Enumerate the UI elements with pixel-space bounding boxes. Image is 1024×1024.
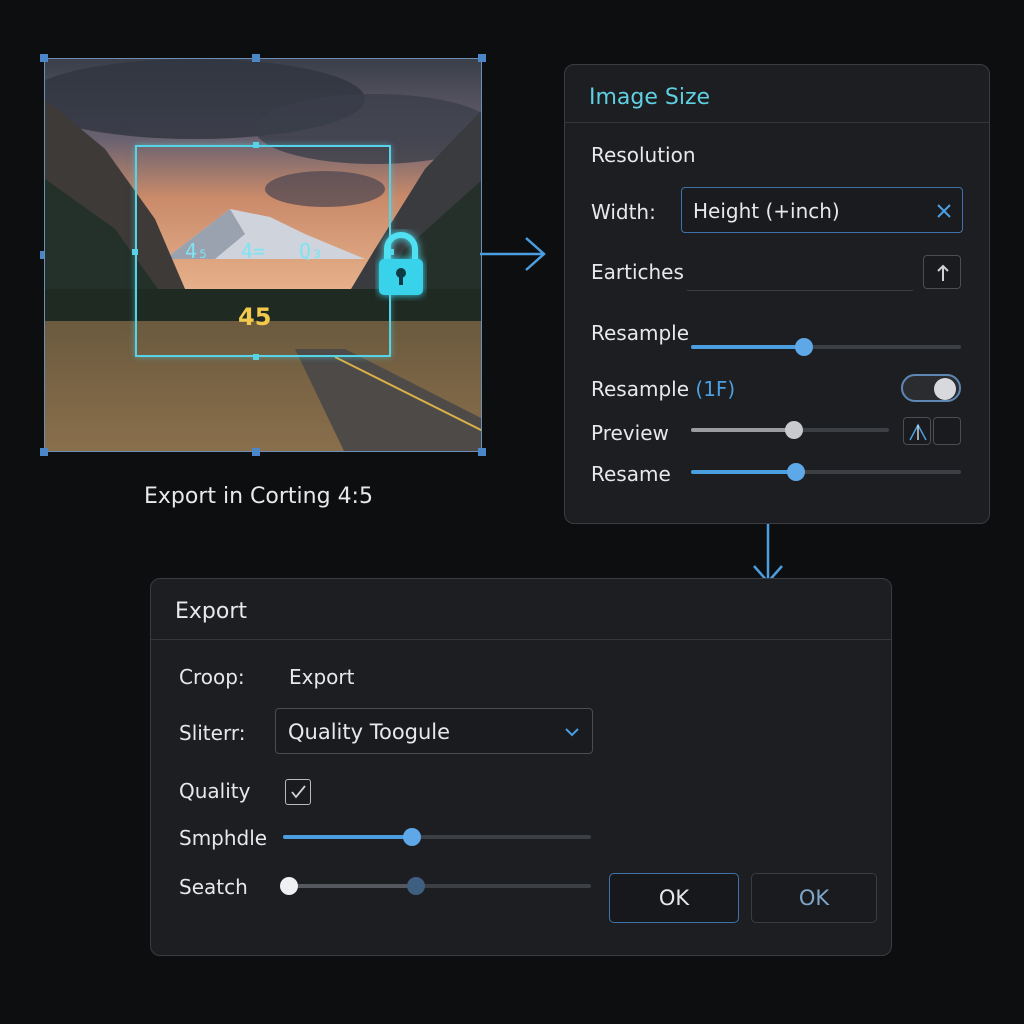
quality-label: Quality — [179, 779, 251, 803]
seatch-slider[interactable] — [280, 877, 591, 895]
blank-button[interactable] — [933, 417, 961, 445]
resame-label: Resame — [591, 462, 671, 486]
arrow-right-icon — [480, 237, 546, 271]
panel-title: Image Size — [589, 85, 711, 110]
resample-slider-fill — [691, 345, 805, 349]
crop-handle-top[interactable] — [253, 142, 259, 148]
width-input-value: Height (+inch) — [693, 199, 840, 223]
chevron-down-icon — [565, 728, 579, 737]
resample-toggle-text: Resample — [591, 377, 690, 401]
divider — [565, 122, 989, 123]
resample-label: Resample — [591, 321, 690, 345]
export-caption: Export in Corting 4:5 — [144, 484, 373, 509]
resame-slider[interactable] — [691, 463, 961, 481]
quality-checkbox[interactable] — [285, 779, 311, 805]
checkmark-icon — [291, 785, 306, 799]
divider — [151, 639, 891, 640]
frame-handle-br[interactable] — [478, 448, 486, 456]
frame-handle-left[interactable] — [40, 251, 44, 259]
sliterr-label: Sliterr: — [179, 721, 246, 745]
seatch-slider-start-thumb[interactable] — [280, 877, 298, 895]
resame-slider-fill — [691, 470, 797, 474]
arrow-up-icon — [937, 264, 949, 281]
ok-button[interactable]: OK — [609, 873, 739, 923]
panel-title: Export — [175, 599, 248, 624]
smphdle-slider-thumb[interactable] — [403, 828, 422, 846]
resample-toggle[interactable] — [901, 374, 961, 402]
ratio-label: 4= — [241, 239, 266, 263]
batches-underline — [687, 290, 913, 291]
width-input[interactable]: Height (+inch) — [681, 187, 963, 233]
resample-toggle-unit: (1F) — [695, 377, 736, 401]
croop-label: Croop: — [179, 665, 245, 689]
aspect-ratio-value: 45 — [238, 303, 272, 331]
smphdle-slider-fill — [283, 835, 413, 839]
frame-handle-tl[interactable] — [40, 54, 48, 62]
frame-handle-top[interactable] — [252, 54, 260, 62]
frame-handle-tr[interactable] — [478, 54, 486, 62]
image-size-panel: Image Size Resolution Width: Height (+in… — [564, 64, 990, 524]
preview-slider[interactable] — [691, 421, 889, 439]
frame-handle-bl[interactable] — [40, 448, 48, 456]
resample-slider-thumb[interactable] — [795, 338, 814, 356]
dropdown-value: Quality Toogule — [288, 720, 451, 744]
triangle-icon — [909, 423, 927, 441]
batches-label: Eartiches — [591, 260, 684, 284]
preview-slider-thumb[interactable] — [784, 421, 803, 439]
frame-handle-bottom[interactable] — [252, 448, 260, 456]
smphdle-slider[interactable] — [283, 828, 591, 846]
preview-slider-fill — [691, 428, 794, 432]
ok-secondary-button[interactable]: OK — [751, 873, 877, 923]
croop-value: Export — [289, 665, 355, 689]
resample-slider[interactable] — [691, 338, 961, 356]
resample-toggle-label: Resample (1F) — [591, 377, 735, 401]
smphdle-label: Smphdle — [179, 826, 268, 850]
crop-handle-bottom[interactable] — [253, 354, 259, 360]
sharpen-button[interactable] — [903, 417, 931, 445]
resame-slider-thumb[interactable] — [787, 463, 806, 481]
lock-icon[interactable] — [375, 229, 427, 301]
toggle-knob — [934, 378, 956, 400]
photo-canvas[interactable]: 4₅ 4= Q₃ 45 — [44, 58, 482, 452]
seatch-label: Seatch — [179, 875, 248, 899]
seatch-slider-thumb[interactable] — [406, 877, 425, 895]
export-panel: Export Croop: Export Sliterr: Quality To… — [150, 578, 892, 956]
upload-button[interactable] — [923, 255, 961, 289]
width-label: Width: — [591, 200, 656, 224]
preview-label: Preview — [591, 421, 669, 445]
ratio-label: Q₃ — [299, 239, 324, 263]
section-heading: Resolution — [591, 143, 696, 167]
crop-handle-left[interactable] — [132, 249, 138, 255]
clear-icon[interactable] — [936, 203, 952, 219]
quality-dropdown[interactable]: Quality Toogule — [275, 708, 593, 754]
seatch-slider-fill — [289, 884, 416, 888]
ratio-label: 4₅ — [185, 239, 210, 263]
